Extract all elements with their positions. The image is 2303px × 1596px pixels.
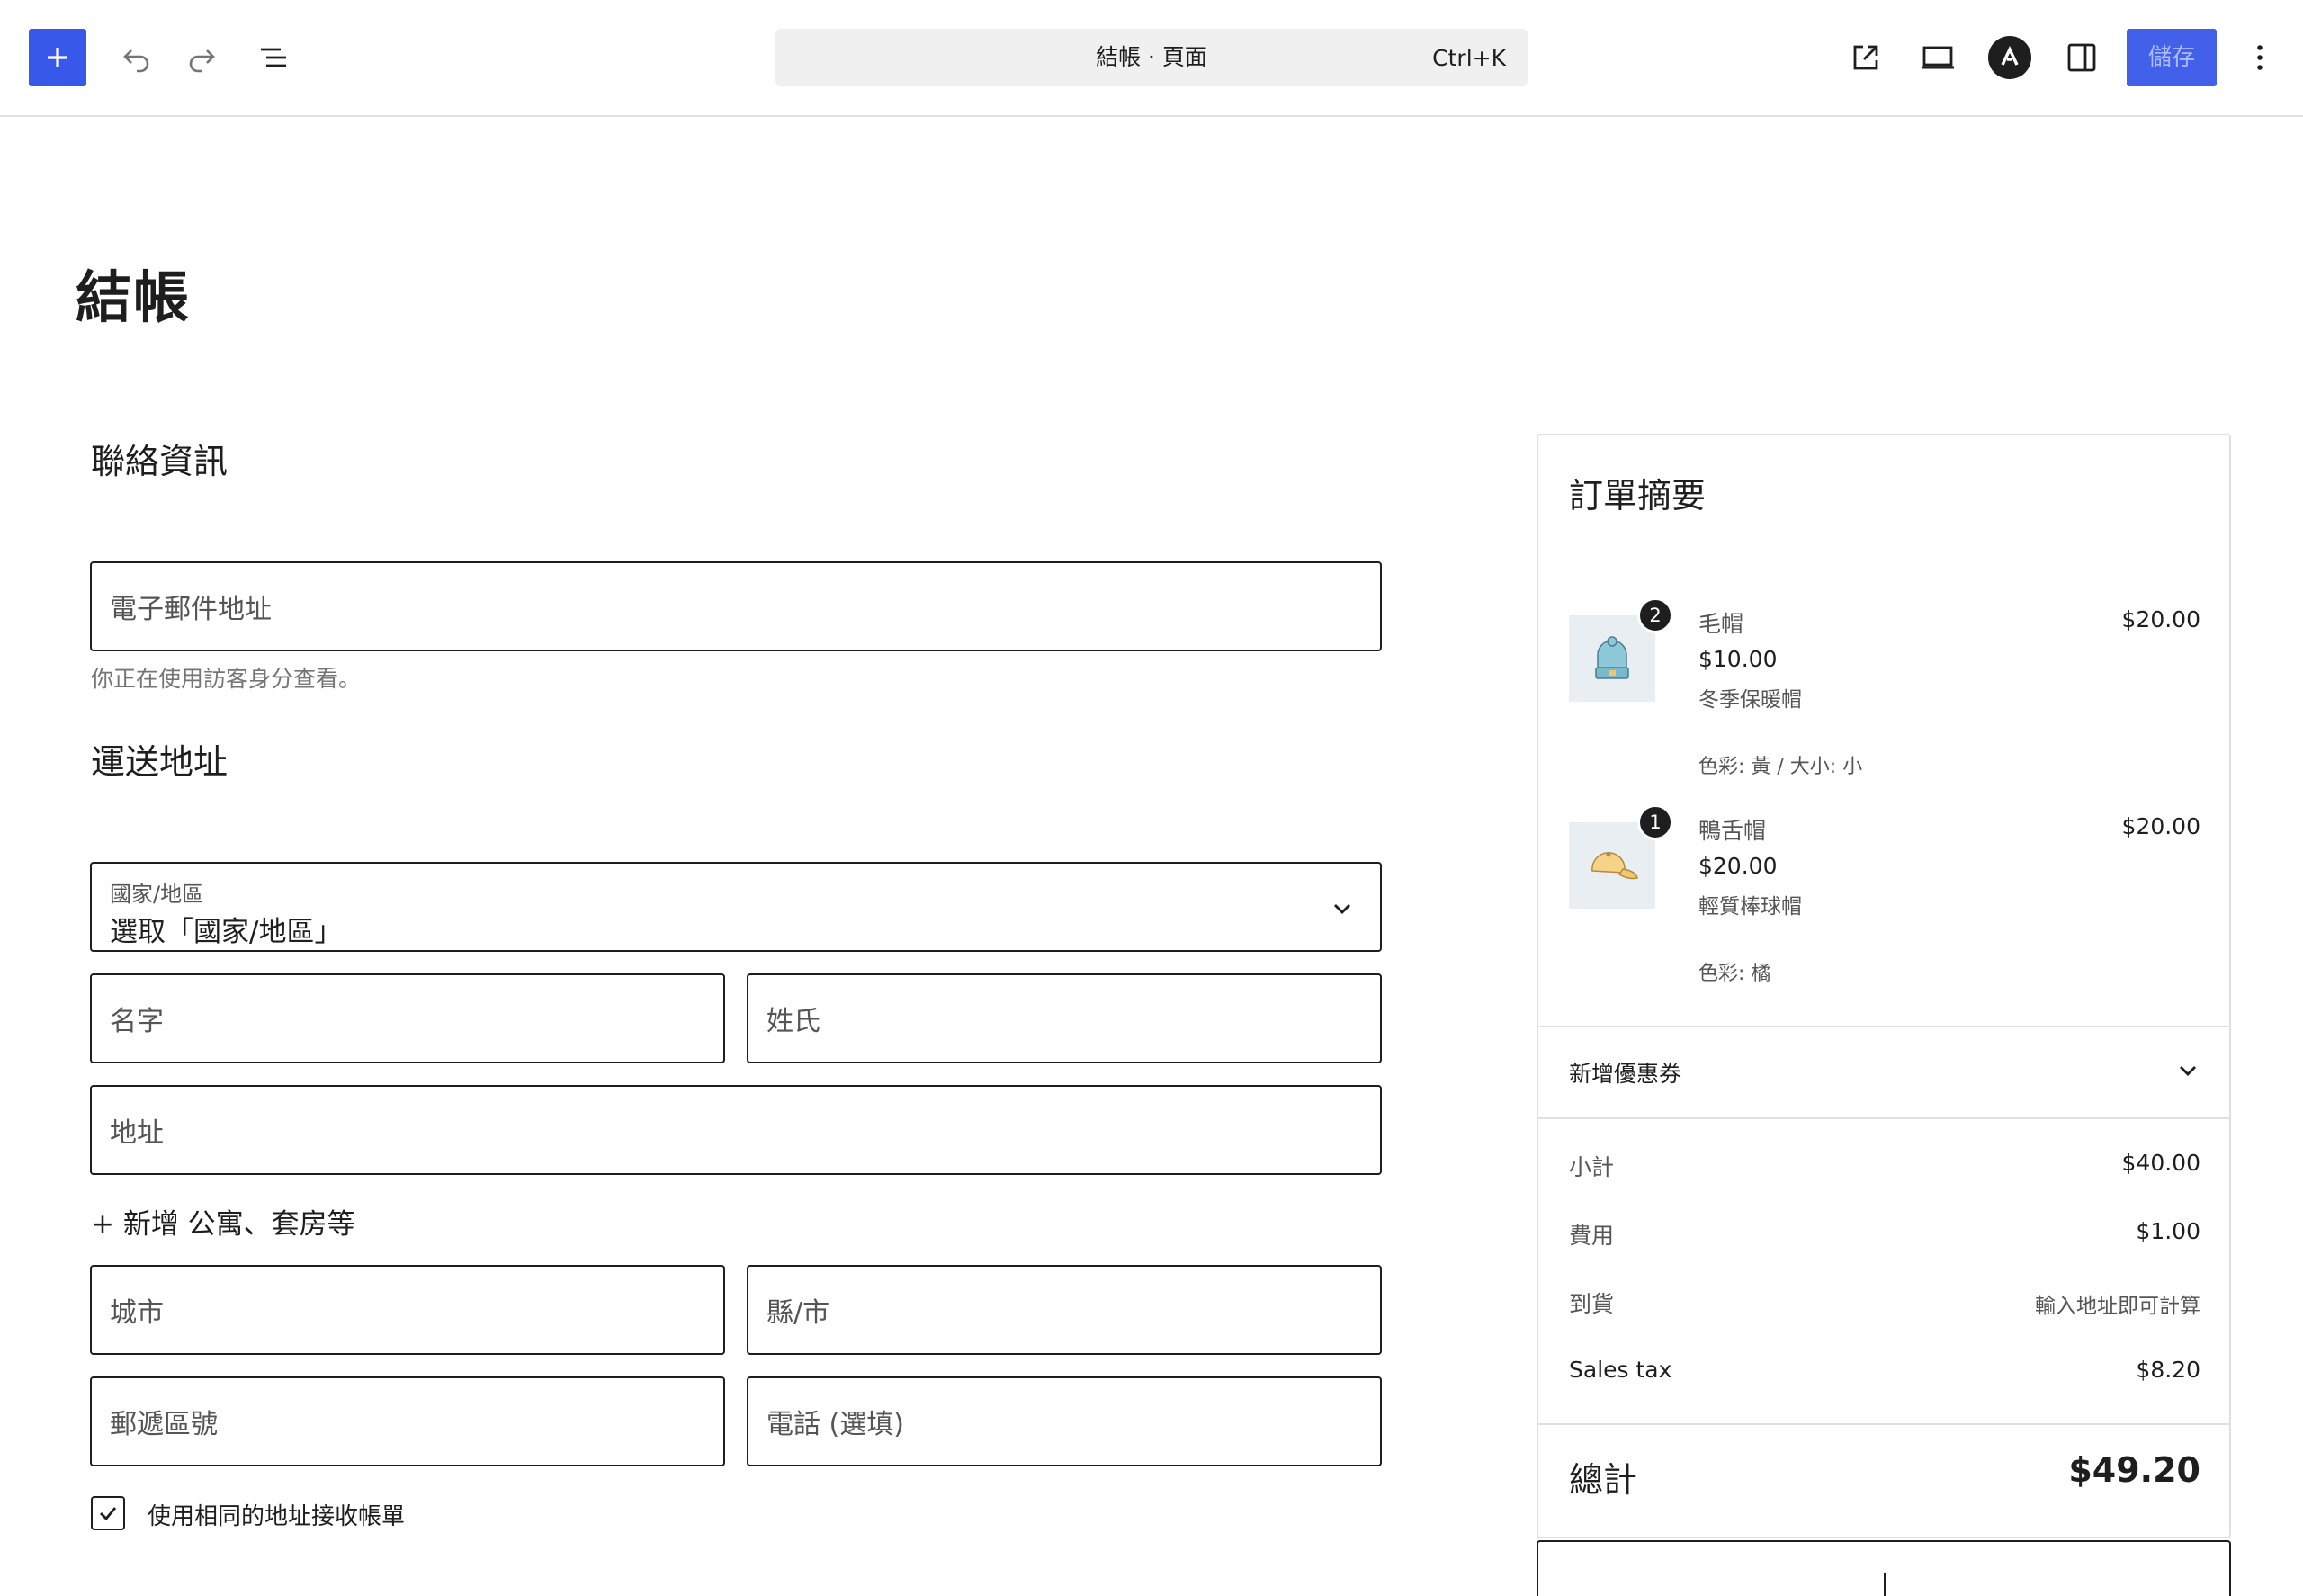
phone-placeholder: 電話 (選填) [766,1409,904,1440]
country-select[interactable]: 國家/地區 選取「國家/地區」 [90,862,1382,952]
postcode-field[interactable]: 郵遞區號 [90,1376,725,1466]
undo-icon [123,49,149,73]
external-link-icon [1853,45,1878,70]
item-description: 輕質棒球帽 [1698,895,1802,919]
place-order-button[interactable] [1537,1540,2231,1596]
postcode-placeholder: 郵遞區號 [110,1409,218,1440]
options-menu-button[interactable] [2231,29,2289,86]
list-view-icon [261,48,286,67]
country-label: 國家/地區 [110,882,204,907]
quantity-badge: 2 [1637,597,1673,633]
order-summary: 訂單摘要 2 毛帽 $10.00 冬季保暖帽 色彩: 黃 / 大小: 小 $20… [1537,434,2231,1538]
tax-value: $8.20 [2136,1357,2200,1383]
summary-title: 訂單摘要 [1569,476,1707,516]
fees-value: $1.00 [2136,1218,2200,1244]
save-button[interactable]: 儲存 [2127,29,2217,86]
item-price: $20.00 [1698,853,1778,879]
text-cursor [1884,1573,1886,1596]
subtotal-label: 小計 [1569,1154,1615,1180]
view-page-button[interactable] [1837,29,1895,86]
phone-field[interactable]: 電話 (選填) [747,1376,1382,1466]
redo-button[interactable] [173,29,230,86]
quantity-badge: 1 [1637,804,1673,840]
astra-settings-button[interactable] [1981,29,2039,86]
add-coupon-toggle[interactable]: 新增優惠券 [1569,1056,1681,1089]
county-placeholder: 縣/市 [766,1297,830,1329]
divider [1538,1026,2229,1027]
command-palette-bar[interactable]: 結帳 · 頁面 Ctrl+K [775,29,1528,86]
fees-label: 費用 [1569,1223,1615,1249]
more-vertical-icon [2257,45,2263,70]
city-placeholder: 城市 [110,1297,164,1329]
command-shortcut: Ctrl+K [1432,45,1506,71]
cap-icon [1591,852,1638,880]
item-name: 鴨舌帽 [1698,818,1767,844]
item-price: $10.00 [1698,646,1778,672]
county-field[interactable]: 縣/市 [747,1265,1382,1355]
total-value: $49.20 [2068,1450,2200,1490]
beanie-icon [1595,636,1629,679]
desktop-icon [1922,46,1954,69]
last-name-field[interactable]: 姓氏 [747,973,1382,1063]
same-billing-label: 使用相同的地址接收帳單 [148,1503,406,1530]
item-total: $20.00 [2121,813,2200,839]
item-name: 毛帽 [1698,611,1744,637]
city-field[interactable]: 城市 [90,1265,725,1355]
settings-sidebar-button[interactable] [2053,29,2110,86]
add-apartment-link[interactable]: + 新增 公寓、套房等 [91,1201,355,1242]
country-value: 選取「國家/地區」 [110,916,343,948]
page-title[interactable]: 結帳 [76,252,191,333]
undo-button[interactable] [108,29,166,86]
redo-icon [189,49,215,73]
plus-icon [48,48,67,67]
total-label: 總計 [1569,1460,1638,1500]
email-placeholder: 電子郵件地址 [110,594,272,625]
item-attributes: 色彩: 橘 [1698,963,1771,985]
last-name-placeholder: 姓氏 [766,1006,820,1037]
astra-logo-icon [1988,36,2031,79]
shipping-heading: 運送地址 [91,742,229,782]
item-total: $20.00 [2121,606,2200,632]
item-attributes: 色彩: 黃 / 大小: 小 [1698,756,1863,778]
add-block-button[interactable] [29,29,86,86]
tax-label: Sales tax [1569,1357,1672,1383]
subtotal-value: $40.00 [2121,1150,2200,1176]
sidebar-toggle-icon [2067,43,2096,72]
same-billing-checkbox[interactable] [91,1496,125,1530]
first-name-placeholder: 名字 [110,1006,164,1037]
document-title: 結帳 · 頁面 [1096,44,1207,70]
item-description: 冬季保暖帽 [1698,688,1802,712]
contact-heading: 聯絡資訊 [91,442,229,481]
address-field[interactable]: 地址 [90,1085,1382,1175]
first-name-field[interactable]: 名字 [90,973,725,1063]
document-overview-button[interactable] [245,29,302,86]
divider [1538,1117,2229,1119]
guest-note: 你正在使用訪客身分查看。 [91,666,362,692]
email-field[interactable]: 電子郵件地址 [90,561,1382,651]
address-placeholder: 地址 [110,1117,164,1149]
chevron-down-icon[interactable] [2175,1058,2200,1083]
shipping-label: 到貨 [1569,1291,1615,1317]
editor-toolbar: 結帳 · 頁面 Ctrl+K 儲存 [0,0,2303,117]
divider [1538,1423,2229,1425]
chevron-down-icon [1334,904,1350,914]
device-preview-button[interactable] [1909,29,1967,86]
checkmark-icon [100,1507,117,1521]
shipping-value: 輸入地址即可計算 [2035,1295,2200,1318]
